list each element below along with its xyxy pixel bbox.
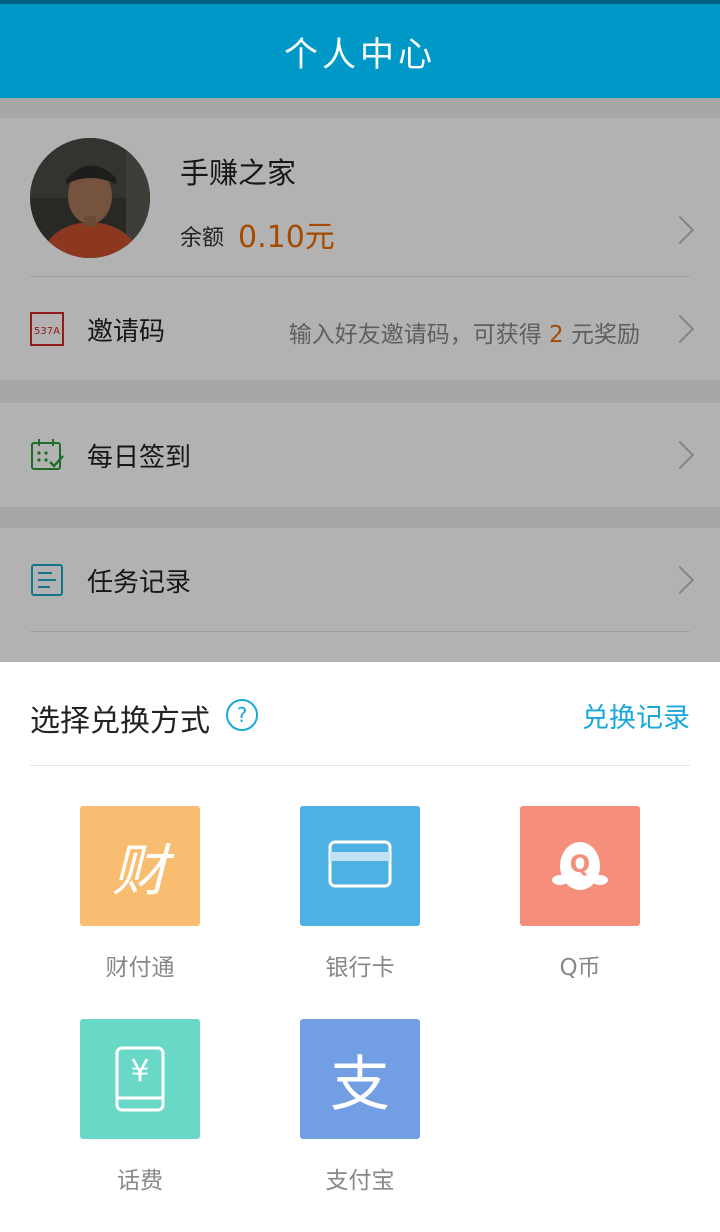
phone-bill-tile[interactable]: ¥ — [80, 1019, 200, 1139]
bank-card-icon — [328, 840, 392, 892]
option-label: 支付宝 — [325, 1168, 395, 1194]
exchange-history-link[interactable]: 兑换记录 — [582, 696, 690, 735]
option-bank-card[interactable]: 银行卡 — [300, 806, 420, 982]
alipay-tile[interactable]: 支 — [300, 1019, 420, 1139]
bank-card-tile[interactable] — [300, 806, 420, 926]
option-phone-bill[interactable]: ¥ 话费 — [80, 1019, 200, 1195]
option-label: 话费 — [117, 1168, 163, 1194]
help-icon[interactable]: ? — [226, 699, 258, 731]
exchange-method-sheet: 选择兑换方式 ? 兑换记录 财 财付通 银行卡 Q Q币 ¥ 话费 支 支付宝 — [0, 662, 720, 1232]
option-label: Q币 — [559, 955, 601, 981]
dim-overlay[interactable] — [0, 98, 720, 662]
yuan-glyph: ¥ — [130, 1054, 150, 1089]
qcoin-tile[interactable]: Q — [520, 806, 640, 926]
tenpay-tile[interactable]: 财 — [80, 806, 200, 926]
page-title: 个人中心 — [284, 34, 436, 75]
option-tenpay[interactable]: 财 财付通 — [80, 806, 200, 982]
option-label: 银行卡 — [325, 955, 395, 981]
qq-penguin-icon: Q — [550, 836, 610, 896]
qcoin-glyph: Q — [569, 850, 591, 878]
app-header: 个人中心 — [0, 4, 720, 98]
sheet-title: 选择兑换方式 — [30, 704, 210, 739]
alipay-icon: 支 — [330, 1049, 390, 1120]
tenpay-icon: 财 — [112, 838, 168, 904]
option-label: 财付通 — [105, 955, 175, 981]
option-alipay[interactable]: 支 支付宝 — [300, 1019, 420, 1195]
phone-yuan-icon: ¥ — [115, 1046, 165, 1112]
option-qcoin[interactable]: Q Q币 — [520, 806, 640, 982]
sheet-divider — [30, 765, 690, 766]
